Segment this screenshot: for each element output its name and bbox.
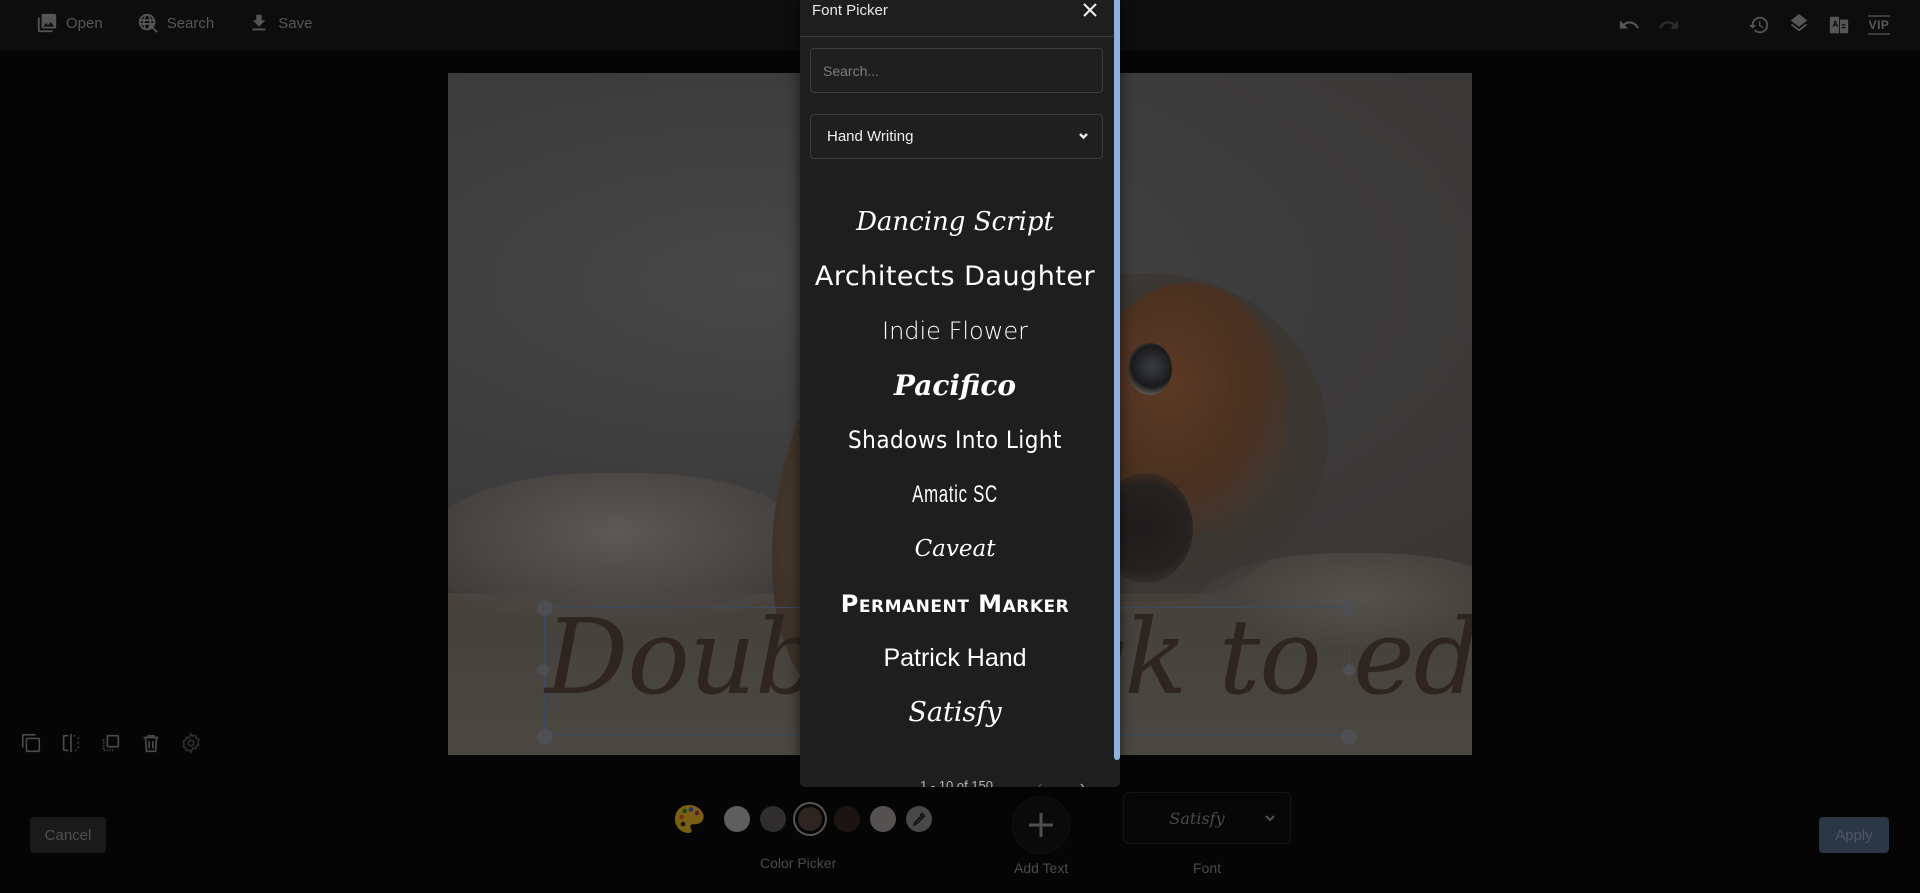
font-label: Font <box>1193 860 1222 876</box>
next-page-button[interactable]: › <box>1080 778 1084 787</box>
translate-button[interactable] <box>1826 12 1852 38</box>
vip-button[interactable]: VIP <box>1866 12 1892 38</box>
save-label: Save <box>278 14 313 32</box>
color-swatch[interactable] <box>724 806 750 832</box>
download-icon <box>252 14 266 31</box>
duplicate-icon <box>21 733 41 753</box>
color-swatch[interactable] <box>760 806 786 832</box>
font-item-caveat[interactable]: Caveat <box>800 522 1110 577</box>
font-pagination: 1 - 10 of 150 ‹ › <box>800 774 1110 787</box>
font-item-shadows-into-light[interactable]: Shadows Into Light <box>816 413 1095 468</box>
redo-icon <box>1659 20 1679 29</box>
undo-icon <box>1619 20 1639 29</box>
color-swatches <box>672 802 932 836</box>
translate-icon <box>1829 16 1849 34</box>
settings-button[interactable] <box>178 730 204 756</box>
rotate-handle[interactable] <box>1341 600 1357 616</box>
flip-button[interactable] <box>58 730 84 756</box>
color-swatch-selected[interactable] <box>798 807 822 831</box>
font-item-indie-flower[interactable]: Indie Flower <box>800 304 1110 359</box>
font-list: Dancing Script Architects Daughter Indie… <box>800 195 1110 740</box>
color-swatch[interactable] <box>834 806 860 832</box>
delete-icon <box>143 734 159 753</box>
color-picker-label: Color Picker <box>760 855 837 871</box>
font-select-value: Satisfy <box>1169 808 1225 828</box>
font-picker-scrollbar[interactable] <box>1114 0 1120 760</box>
resize-handle-bottom-right[interactable] <box>1341 729 1357 745</box>
prev-page-button[interactable]: ‹ <box>1038 778 1042 787</box>
redo-button[interactable] <box>1656 12 1682 38</box>
history-icon <box>1748 16 1769 34</box>
font-item-pacifico[interactable]: Pacifico <box>800 359 1110 414</box>
layers-button[interactable] <box>1786 12 1812 38</box>
open-label: Open <box>66 14 103 32</box>
font-item-permanent-marker[interactable]: Permanent Marker <box>800 577 1110 632</box>
search-label: Search <box>166 14 215 32</box>
eyedropper-button[interactable] <box>906 806 932 832</box>
duplicate-button[interactable] <box>18 730 44 756</box>
font-picker-header: Font Picker <box>800 0 1120 37</box>
font-item-satisfy[interactable]: Satisfy <box>800 686 1110 741</box>
image-icon <box>37 13 57 33</box>
font-search-input[interactable] <box>810 48 1103 93</box>
add-text-button[interactable] <box>1012 796 1070 854</box>
delete-button[interactable] <box>138 730 164 756</box>
flip-icon <box>62 733 80 753</box>
open-button[interactable]: Open <box>36 12 103 34</box>
font-item-patrick-hand[interactable]: Patrick Hand <box>800 631 1110 686</box>
undo-button[interactable] <box>1616 12 1642 38</box>
apply-button[interactable]: Apply <box>1819 817 1889 853</box>
close-button[interactable] <box>1078 0 1102 20</box>
font-item-amatic-sc[interactable]: Amatic SC <box>847 468 1064 523</box>
resize-handle-top-left[interactable] <box>537 600 553 616</box>
plus-icon <box>1029 813 1053 837</box>
palette-icon[interactable] <box>672 802 706 836</box>
object-tools <box>18 730 204 756</box>
bottom-toolbar: Cancel Color Picker Add Text Satisfy Fon… <box>0 776 1920 893</box>
bring-forward-icon <box>102 734 120 752</box>
settings-icon <box>182 732 200 754</box>
font-item-dancing-script[interactable]: Dancing Script <box>800 195 1110 250</box>
eyedropper-icon <box>912 812 926 827</box>
cancel-button[interactable]: Cancel <box>30 817 106 853</box>
font-picker-panel: Font Picker Hand Writing Dancing Script … <box>800 0 1120 787</box>
resize-handle-bottom-left[interactable] <box>537 729 553 745</box>
save-button[interactable]: Save <box>248 12 312 34</box>
search-button[interactable]: Search <box>137 12 215 34</box>
font-select[interactable]: Satisfy <box>1123 792 1291 844</box>
font-picker-title: Font Picker <box>812 2 888 19</box>
chevron-down-icon <box>1265 815 1275 822</box>
resize-handle-middle-right[interactable] <box>1343 664 1355 676</box>
photo-dog-eye <box>1128 343 1172 395</box>
layers-icon <box>1790 14 1808 32</box>
color-swatch[interactable] <box>870 806 896 832</box>
font-category-value: Hand Writing <box>827 128 914 145</box>
font-category-select[interactable]: Hand Writing <box>810 114 1103 159</box>
vip-icon: VIP <box>1867 15 1891 35</box>
pagination-text: 1 - 10 of 150 <box>920 778 993 787</box>
font-item-architects-daughter[interactable]: Architects Daughter <box>800 250 1110 305</box>
history-button[interactable] <box>1746 12 1772 38</box>
add-text-label: Add Text <box>1014 860 1069 876</box>
resize-handle-middle-left[interactable] <box>537 664 549 676</box>
globe-search-icon <box>138 13 158 33</box>
bring-forward-button[interactable] <box>98 730 124 756</box>
close-icon <box>1083 3 1097 17</box>
chevron-down-icon <box>1079 132 1088 139</box>
